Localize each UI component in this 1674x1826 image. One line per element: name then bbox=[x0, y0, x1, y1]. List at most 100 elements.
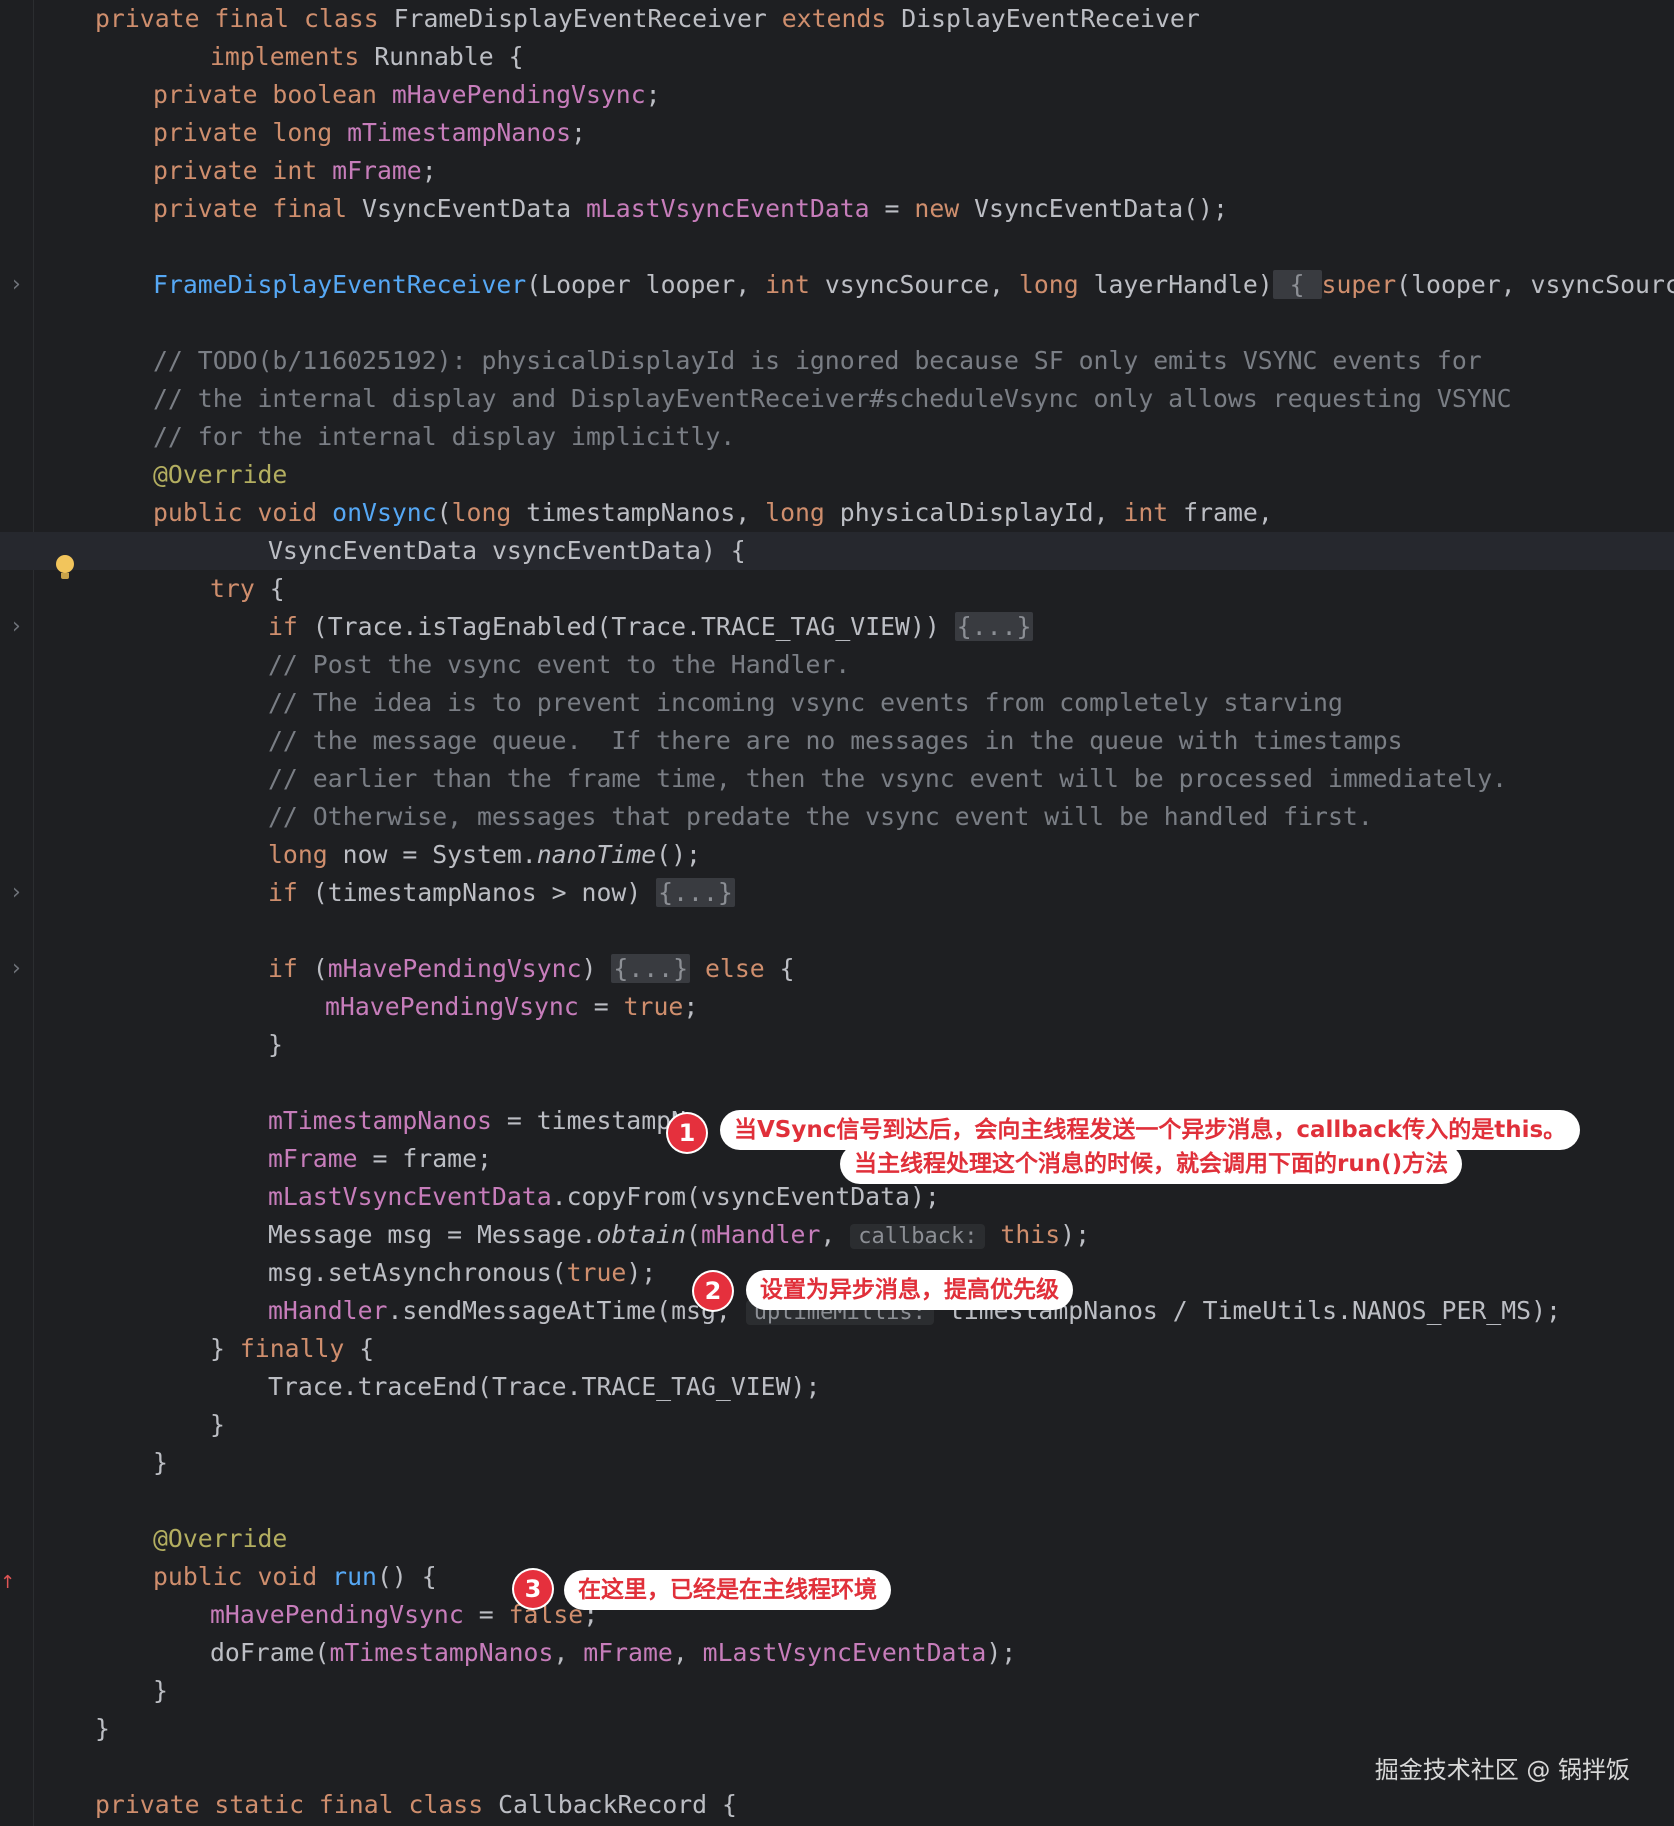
code-token: } bbox=[210, 1334, 240, 1363]
code-token: if bbox=[268, 612, 313, 641]
code-line: private final class FrameDisplayEventRec… bbox=[0, 0, 1674, 38]
code-token: timestampNanos, bbox=[526, 498, 766, 527]
code-comment: // The idea is to prevent incoming vsync… bbox=[268, 688, 1343, 717]
code-token: physicalDisplayId, bbox=[839, 498, 1124, 527]
code-token: VsyncEventData bbox=[362, 194, 586, 223]
code-line: } finally { bbox=[0, 1330, 1674, 1368]
code-token: )) bbox=[910, 612, 955, 641]
code-line: › if (mHavePendingVsync) {...} else { bbox=[0, 950, 1674, 988]
code-token: nanoTime bbox=[536, 840, 657, 869]
code-token: mLastVsyncEventData bbox=[585, 194, 870, 223]
code-line: doFrame(mTimestampNanos, mFrame, mLastVs… bbox=[0, 1634, 1674, 1672]
code-line: private boolean mHavePendingVsync; bbox=[0, 76, 1674, 114]
code-token: if bbox=[268, 878, 313, 907]
code-token: mHandler bbox=[268, 1296, 388, 1325]
fold-chevron-icon[interactable]: › bbox=[12, 608, 21, 646]
code-token: mFrame bbox=[268, 1144, 358, 1173]
code-line: Message msg = Message.obtain(mHandler, c… bbox=[0, 1216, 1674, 1254]
code-token: mHavePendingVsync bbox=[391, 80, 646, 109]
annotation-bubble-2: 设置为异步消息，提高优先级 bbox=[746, 1270, 1073, 1310]
code-token: VsyncEventData(); bbox=[974, 194, 1228, 223]
code-token: = timestampN bbox=[491, 1106, 687, 1135]
code-token: (Trace. bbox=[477, 1372, 582, 1401]
code-comment: // earlier than the frame time, then the… bbox=[268, 764, 1508, 793]
code-line: private static final class CallbackRecor… bbox=[0, 1786, 1674, 1824]
code-token: . bbox=[551, 1182, 567, 1211]
code-line: private final VsyncEventData mLastVsyncE… bbox=[0, 190, 1674, 228]
code-line: › if (timestampNanos > now) {...} bbox=[0, 874, 1674, 912]
code-comment: // TODO(b/116025192): physicalDisplayId … bbox=[153, 346, 1482, 375]
code-token: = frame; bbox=[357, 1144, 492, 1173]
code-token: mLastVsyncEventData bbox=[702, 1638, 987, 1667]
code-token: (looper, vsyncSource, / bbox=[1396, 270, 1674, 299]
code-token: private final bbox=[153, 194, 363, 223]
code-token: traceEnd bbox=[357, 1372, 478, 1401]
code-token: private boolean bbox=[153, 80, 392, 109]
code-token: frame, bbox=[1183, 498, 1273, 527]
code-token: mFrame bbox=[583, 1638, 673, 1667]
code-token: int bbox=[1123, 498, 1184, 527]
code-token: copyFrom bbox=[566, 1182, 687, 1211]
code-token: mFrame bbox=[332, 156, 422, 185]
code-token: ); bbox=[790, 1372, 821, 1401]
code-line: private int mFrame; bbox=[0, 152, 1674, 190]
code-token: (Trace. bbox=[596, 612, 701, 641]
code-token: Message msg = Message. bbox=[268, 1220, 597, 1249]
code-token: { bbox=[359, 1334, 375, 1363]
code-token: ( bbox=[312, 954, 328, 983]
code-token: VsyncEventData bbox=[268, 536, 492, 565]
annotation-number-2: 2 bbox=[694, 1272, 732, 1310]
code-token: private int bbox=[153, 156, 333, 185]
code-token: { bbox=[269, 574, 285, 603]
folded-region[interactable]: {...} bbox=[954, 612, 1034, 641]
parameter-hint: callback: bbox=[850, 1224, 986, 1249]
code-token: isTagEnabled bbox=[417, 612, 597, 641]
code-line: Trace.traceEnd(Trace.TRACE_TAG_VIEW); bbox=[0, 1368, 1674, 1406]
code-token: mTimestampNanos bbox=[329, 1638, 554, 1667]
annotation-bubble-1-line2: 当主线程处理这个消息的时候，就会调用下面的run()方法 bbox=[840, 1144, 1463, 1184]
code-comment: // Otherwise, messages that predate the … bbox=[268, 802, 1373, 831]
annotation-bubble-3: 在这里，已经是在主线程环境 bbox=[564, 1570, 891, 1610]
code-token: obtain bbox=[596, 1220, 687, 1249]
code-line: } bbox=[268, 1030, 283, 1059]
folded-region[interactable]: { bbox=[1272, 270, 1322, 299]
code-token: mTimestampNanos bbox=[268, 1106, 492, 1135]
code-token: mHavePendingVsync bbox=[327, 954, 582, 983]
lightbulb-icon[interactable] bbox=[56, 555, 74, 579]
folded-region[interactable]: {...} bbox=[656, 878, 735, 907]
code-token: = bbox=[463, 1600, 509, 1629]
code-token: Runnable { bbox=[374, 42, 524, 71]
code-token: ); bbox=[1060, 1220, 1090, 1249]
code-token: ) bbox=[581, 954, 612, 983]
fold-chevron-icon[interactable]: › bbox=[12, 950, 21, 988]
code-token: = bbox=[578, 992, 624, 1021]
code-token: layerHandle) bbox=[1093, 270, 1273, 299]
code-token: vsyncEventData) { bbox=[491, 536, 746, 565]
folded-region[interactable]: {...} bbox=[611, 954, 691, 983]
code-line: mHavePendingVsync = true; bbox=[0, 988, 1674, 1026]
code-token: doFrame( bbox=[210, 1638, 330, 1667]
code-token: TRACE_TAG_VIEW bbox=[581, 1372, 791, 1401]
code-token: try bbox=[210, 574, 270, 603]
code-token: this bbox=[1000, 1220, 1061, 1249]
code-line: › if (Trace.isTagEnabled(Trace.TRACE_TAG_… bbox=[0, 608, 1674, 646]
code-token: FrameDisplayEventReceiver bbox=[153, 270, 527, 299]
code-token: int bbox=[765, 270, 825, 299]
code-token: private final class bbox=[95, 4, 394, 33]
code-line: public void onVsync(long timestampNanos,… bbox=[0, 494, 1674, 532]
code-token: if bbox=[268, 954, 313, 983]
annotation-number-1: 1 bbox=[668, 1114, 706, 1152]
fold-chevron-icon[interactable]: › bbox=[12, 266, 21, 304]
code-editor[interactable]: private final class FrameDisplayEventRec… bbox=[0, 0, 1674, 1824]
annotation-number-3: 3 bbox=[514, 1570, 552, 1608]
override-marker-icon[interactable]: ↑ bbox=[0, 1572, 15, 1593]
fold-chevron-icon[interactable]: › bbox=[12, 874, 21, 912]
code-token: mLastVsyncEventData bbox=[268, 1182, 552, 1211]
code-token: ); bbox=[626, 1258, 657, 1287]
code-token: { bbox=[779, 954, 795, 983]
code-token: extends bbox=[781, 4, 902, 33]
code-token: public void bbox=[153, 1562, 333, 1591]
code-line: › FrameDisplayEventReceiver(Looper looper… bbox=[0, 266, 1674, 304]
